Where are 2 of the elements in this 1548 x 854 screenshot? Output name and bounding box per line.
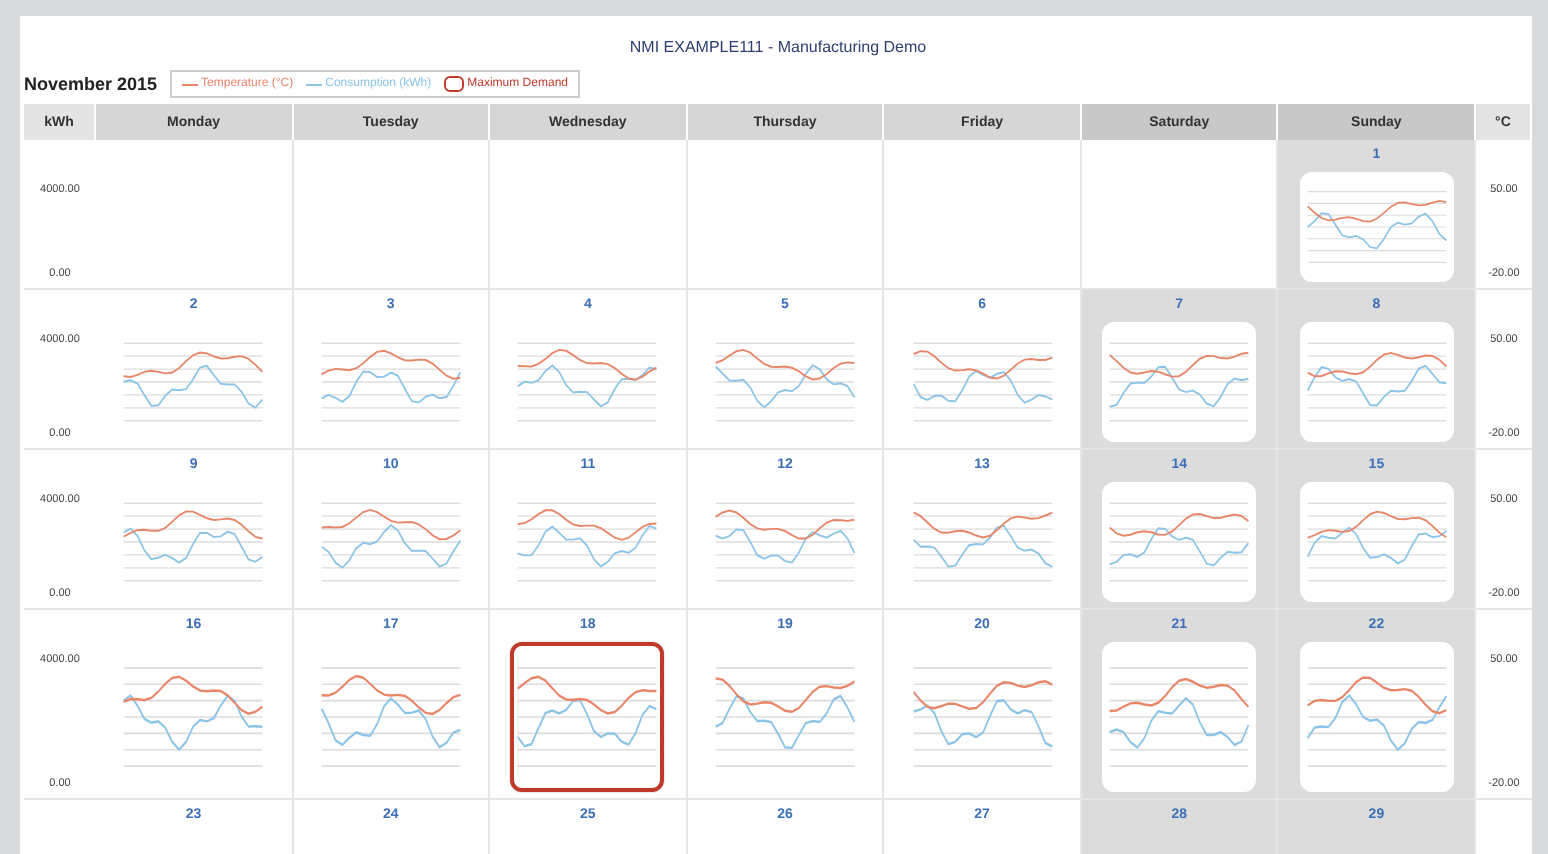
month-label: November 2015 [24, 74, 158, 94]
report-title: NMI EXAMPLE111 - Manufacturing Demo [627, 36, 929, 60]
